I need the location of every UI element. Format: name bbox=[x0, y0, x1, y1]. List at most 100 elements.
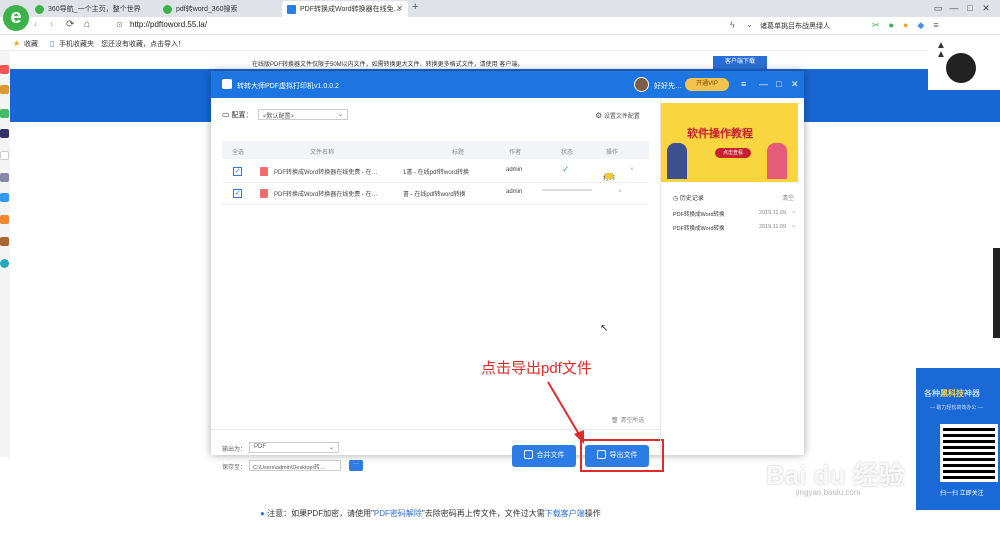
figure-right-icon bbox=[767, 143, 787, 179]
status-header: 状态 bbox=[561, 150, 574, 156]
pdf-password-link[interactable]: PDF密码解除 bbox=[374, 509, 422, 518]
promo-footer: 扫一扫 立即关注 bbox=[940, 491, 984, 497]
folder-icon bbox=[605, 173, 613, 179]
avatar[interactable] bbox=[634, 77, 649, 92]
history-clear-button[interactable]: 清空 bbox=[782, 193, 794, 202]
bookmark-mobile[interactable]: 手机收藏夹 bbox=[59, 39, 94, 49]
merge-files-button[interactable]: 合并文件 bbox=[512, 445, 576, 467]
tab-360-search[interactable]: pdf转word_360搜索 bbox=[158, 1, 282, 17]
config-select[interactable]: <默认配置> ⌄ bbox=[258, 109, 348, 120]
remove-row-icon[interactable]: × bbox=[630, 167, 634, 173]
side-app-icon[interactable] bbox=[0, 259, 9, 268]
menu-icon[interactable]: ≡ bbox=[933, 20, 938, 30]
table-row[interactable]: ✓ PDF转换成Word转换器在线免费 - 在… 書 - 在线pdf转word转… bbox=[222, 183, 649, 205]
side-app-icon[interactable] bbox=[0, 129, 9, 138]
file-table-header: 全选 文件名称 标题 作者 状态 操作 bbox=[222, 141, 649, 159]
config-label: ▭ 配置： bbox=[222, 110, 253, 119]
minimize-icon[interactable]: — bbox=[946, 3, 962, 13]
browse-button[interactable]: ··· bbox=[349, 460, 363, 471]
orange-app-icon[interactable]: ● bbox=[903, 20, 908, 30]
output-format-select[interactable]: PDF ⌄ bbox=[249, 442, 339, 453]
mobile-icon: ▯ bbox=[50, 39, 55, 48]
side-app-icon[interactable] bbox=[0, 65, 9, 74]
vip-button[interactable]: 开通VIP bbox=[685, 78, 729, 91]
bullet-icon: ● bbox=[260, 509, 265, 518]
bears-ad-image[interactable]: ▲ ▲ bbox=[928, 35, 1000, 90]
tab-label: pdf转word_360搜索 bbox=[176, 6, 238, 13]
row-checkbox[interactable]: ✓ bbox=[233, 189, 242, 198]
download-client-link[interactable]: 下载客户端 bbox=[545, 509, 585, 518]
tab-pdftoword[interactable]: PDF转换成Word转换器在线免… ✕ bbox=[282, 1, 408, 17]
tab-label: PDF转换成Word转换器在线免… bbox=[300, 6, 401, 13]
divider bbox=[211, 429, 660, 430]
save-path-input[interactable]: C:\Users\admin\Desktop\转… bbox=[249, 460, 341, 471]
app-menu-icon[interactable]: ≡ bbox=[741, 79, 746, 89]
mouse-cursor-icon: ↖ bbox=[600, 323, 609, 334]
bookmark-empty-hint[interactable]: 您还没有收藏，点击导入！ bbox=[101, 39, 185, 49]
side-app-icon[interactable] bbox=[0, 85, 9, 94]
chevron-down-icon: ⌄ bbox=[328, 445, 334, 451]
side-app-icon[interactable] bbox=[0, 173, 9, 182]
side-app-icon[interactable] bbox=[0, 215, 9, 224]
restore-icon[interactable]: ▭ bbox=[930, 3, 946, 14]
client-download-button[interactable]: 客户端下载 bbox=[713, 56, 767, 69]
extension-icon[interactable]: ◆ bbox=[917, 20, 924, 30]
user-name[interactable]: 好好先… bbox=[654, 81, 682, 91]
side-app-icon[interactable] bbox=[0, 193, 9, 202]
green-app-icon[interactable]: ● bbox=[889, 20, 894, 30]
promo-subtitle: — 助力轻松高效办公 — bbox=[930, 405, 983, 411]
row-checkbox[interactable]: ✓ bbox=[233, 167, 242, 176]
title-header: 标题 bbox=[452, 150, 465, 156]
app-minimize-icon[interactable]: — bbox=[759, 79, 768, 89]
select-all-header[interactable]: 全选 bbox=[232, 147, 244, 156]
tab-bar: 360导航_一个主页，整个世界 pdf转word_360搜索 PDF转换成Wor… bbox=[0, 0, 1000, 17]
forward-icon[interactable]: › bbox=[50, 19, 53, 30]
app-maximize-icon[interactable]: □ bbox=[776, 79, 781, 89]
app-logo-icon bbox=[222, 79, 232, 89]
baidu-watermark: Bai du 经验 bbox=[766, 460, 905, 490]
side-app-icon[interactable] bbox=[0, 109, 9, 118]
note-text: "去除密码再上传文件，文件过大需 bbox=[421, 509, 545, 518]
chevron-down-icon: ⌄ bbox=[337, 112, 343, 118]
history-item[interactable]: PDF转换成Word转换 2019.11.09 × bbox=[673, 224, 798, 232]
search-suggest[interactable]: 诸葛单挑吕布战黑绿人 bbox=[760, 19, 860, 33]
tutorial-banner[interactable]: 软件操作教程 点击查看 bbox=[661, 103, 798, 182]
clock-icon: ◷ bbox=[673, 196, 679, 202]
remove-row-icon[interactable]: × bbox=[618, 189, 622, 195]
set-config-button[interactable]: ⚙ 设置文件配置 bbox=[595, 111, 640, 120]
lightning-icon[interactable]: ϟ bbox=[730, 20, 735, 30]
url-input[interactable]: ⊙ http://pdftoword.55.la/ bbox=[110, 19, 740, 33]
figure-left-icon bbox=[667, 143, 687, 179]
bears-logo-icon: ▲ ▲ bbox=[936, 40, 946, 60]
browser-logo-icon[interactable]: e bbox=[3, 5, 29, 31]
window-controls: ▭ — □ ✕ bbox=[930, 3, 994, 14]
back-icon[interactable]: ‹ bbox=[34, 19, 37, 30]
maximize-icon[interactable]: □ bbox=[962, 3, 978, 13]
tab-label: 360导航_一个主页，整个世界 bbox=[48, 6, 141, 13]
tab-favicon-icon bbox=[287, 5, 296, 14]
app-close-icon[interactable]: ✕ bbox=[791, 79, 799, 90]
bookmark-favorites[interactable]: 收藏 bbox=[24, 39, 38, 49]
app-title: 转转大师PDF虚拟打印机v1.0.0.2 bbox=[237, 83, 339, 90]
reload-icon[interactable]: ⟳ bbox=[66, 19, 74, 30]
tab-favicon-icon bbox=[163, 5, 172, 14]
side-app-icon[interactable] bbox=[0, 237, 9, 246]
scissors-icon[interactable]: ✂ bbox=[872, 20, 880, 30]
close-window-icon[interactable]: ✕ bbox=[978, 3, 994, 14]
home-icon[interactable]: ⌂ bbox=[84, 19, 90, 30]
table-row[interactable]: ✓ PDF转换成Word转换器在线免费 - 在… 1書 - 在线pdf转word… bbox=[222, 161, 649, 183]
gear-icon: ⚙ bbox=[595, 111, 603, 120]
tab-360-nav[interactable]: 360导航_一个主页，整个世界 bbox=[30, 1, 158, 17]
side-app-icon[interactable] bbox=[0, 151, 9, 160]
address-bar: ‹ › ⟳ ⌂ ⊙ http://pdftoword.55.la/ ϟ ⌄ 诸葛… bbox=[0, 17, 1000, 35]
history-item[interactable]: PDF转换成Word转换 2019.11.09 × bbox=[673, 210, 798, 218]
filename-header: 文件名称 bbox=[310, 150, 335, 156]
pdf-file-icon bbox=[260, 167, 268, 176]
clear-selected-button[interactable]: 🗑 清空所选 bbox=[611, 415, 644, 424]
remove-history-icon: × bbox=[792, 224, 796, 230]
dropdown-icon[interactable]: ⌄ bbox=[746, 20, 753, 29]
new-tab-button[interactable]: + bbox=[412, 1, 418, 13]
output-label: 输出为： bbox=[222, 447, 247, 453]
right-scroll-element bbox=[993, 248, 1000, 338]
close-tab-icon[interactable]: ✕ bbox=[396, 4, 403, 13]
